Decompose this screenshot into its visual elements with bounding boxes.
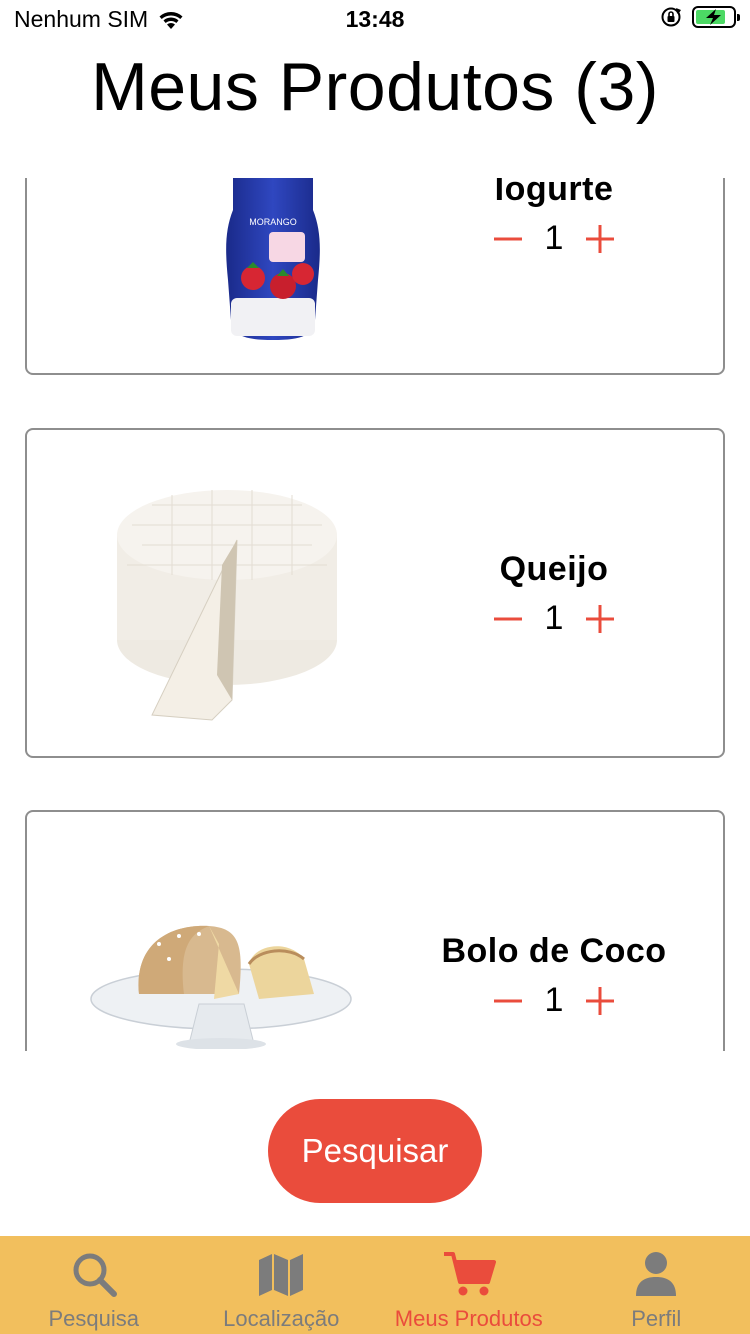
minus-icon [493,237,522,240]
product-name: Queijo [499,550,609,588]
tab-label: Localização [223,1306,340,1331]
svg-text:MORANGO: MORANGO [249,217,297,227]
tab-localizacao[interactable]: Localização [188,1236,376,1334]
minus-icon [493,617,522,620]
quantity-value: 1 [544,219,564,257]
quantity-value: 1 [544,981,564,1019]
cheese-wheel-image [112,465,347,730]
cart-icon [443,1252,496,1296]
person-icon [636,1252,677,1296]
tab-label: Pesquisa [48,1306,139,1331]
plus-icon [586,986,615,1015]
page-title: Meus Produtos (3) [91,49,659,125]
tab-pesquisa[interactable]: Pesquisa [0,1236,188,1334]
product-name: Bolo de Coco [441,932,667,970]
increase-quantity-button[interactable] [585,224,615,254]
increase-quantity-button[interactable] [585,604,615,634]
quantity-stepper: 1 [439,599,669,638]
search-icon [73,1253,117,1297]
product-card[interactable]: Queijo 1 [25,428,725,758]
quantity-stepper: 1 [439,219,669,258]
decrease-quantity-button[interactable] [493,604,523,634]
tab-bar: Pesquisa Localização Meus Produtos Perfi… [0,1236,750,1334]
orientation-lock-icon [661,7,681,27]
plus-icon [586,604,615,633]
quantity-stepper: 1 [439,981,669,1020]
product-name: Iogurte [494,178,614,208]
product-list[interactable]: MORANGO Iogurte 1 Queijo 1 Bolo de Coco … [0,178,750,1051]
search-button[interactable]: Pesquisar [268,1099,482,1203]
decrease-quantity-button[interactable] [493,224,523,254]
coconut-cake-image [89,904,354,1051]
minus-icon [493,999,522,1002]
plus-icon [586,224,615,253]
tab-label: Perfil [631,1306,682,1331]
product-card[interactable]: MORANGO Iogurte 1 [25,178,725,375]
yogurt-bottle-image: MORANGO [223,178,323,345]
tab-meus-produtos[interactable]: Meus Produtos [375,1236,563,1334]
charging-bolt-icon [706,9,721,25]
product-card[interactable]: Bolo de Coco 1 [25,810,725,1051]
status-time: 13:48 [345,6,405,32]
decrease-quantity-button[interactable] [493,986,523,1016]
tab-label: Meus Produtos [394,1306,543,1331]
quantity-value: 1 [544,599,564,637]
battery-icon [692,6,740,28]
tab-perfil[interactable]: Perfil [563,1236,750,1334]
increase-quantity-button[interactable] [585,986,615,1016]
status-bar: Nenhum SIM 13:48 [0,0,750,40]
map-icon [259,1254,304,1296]
